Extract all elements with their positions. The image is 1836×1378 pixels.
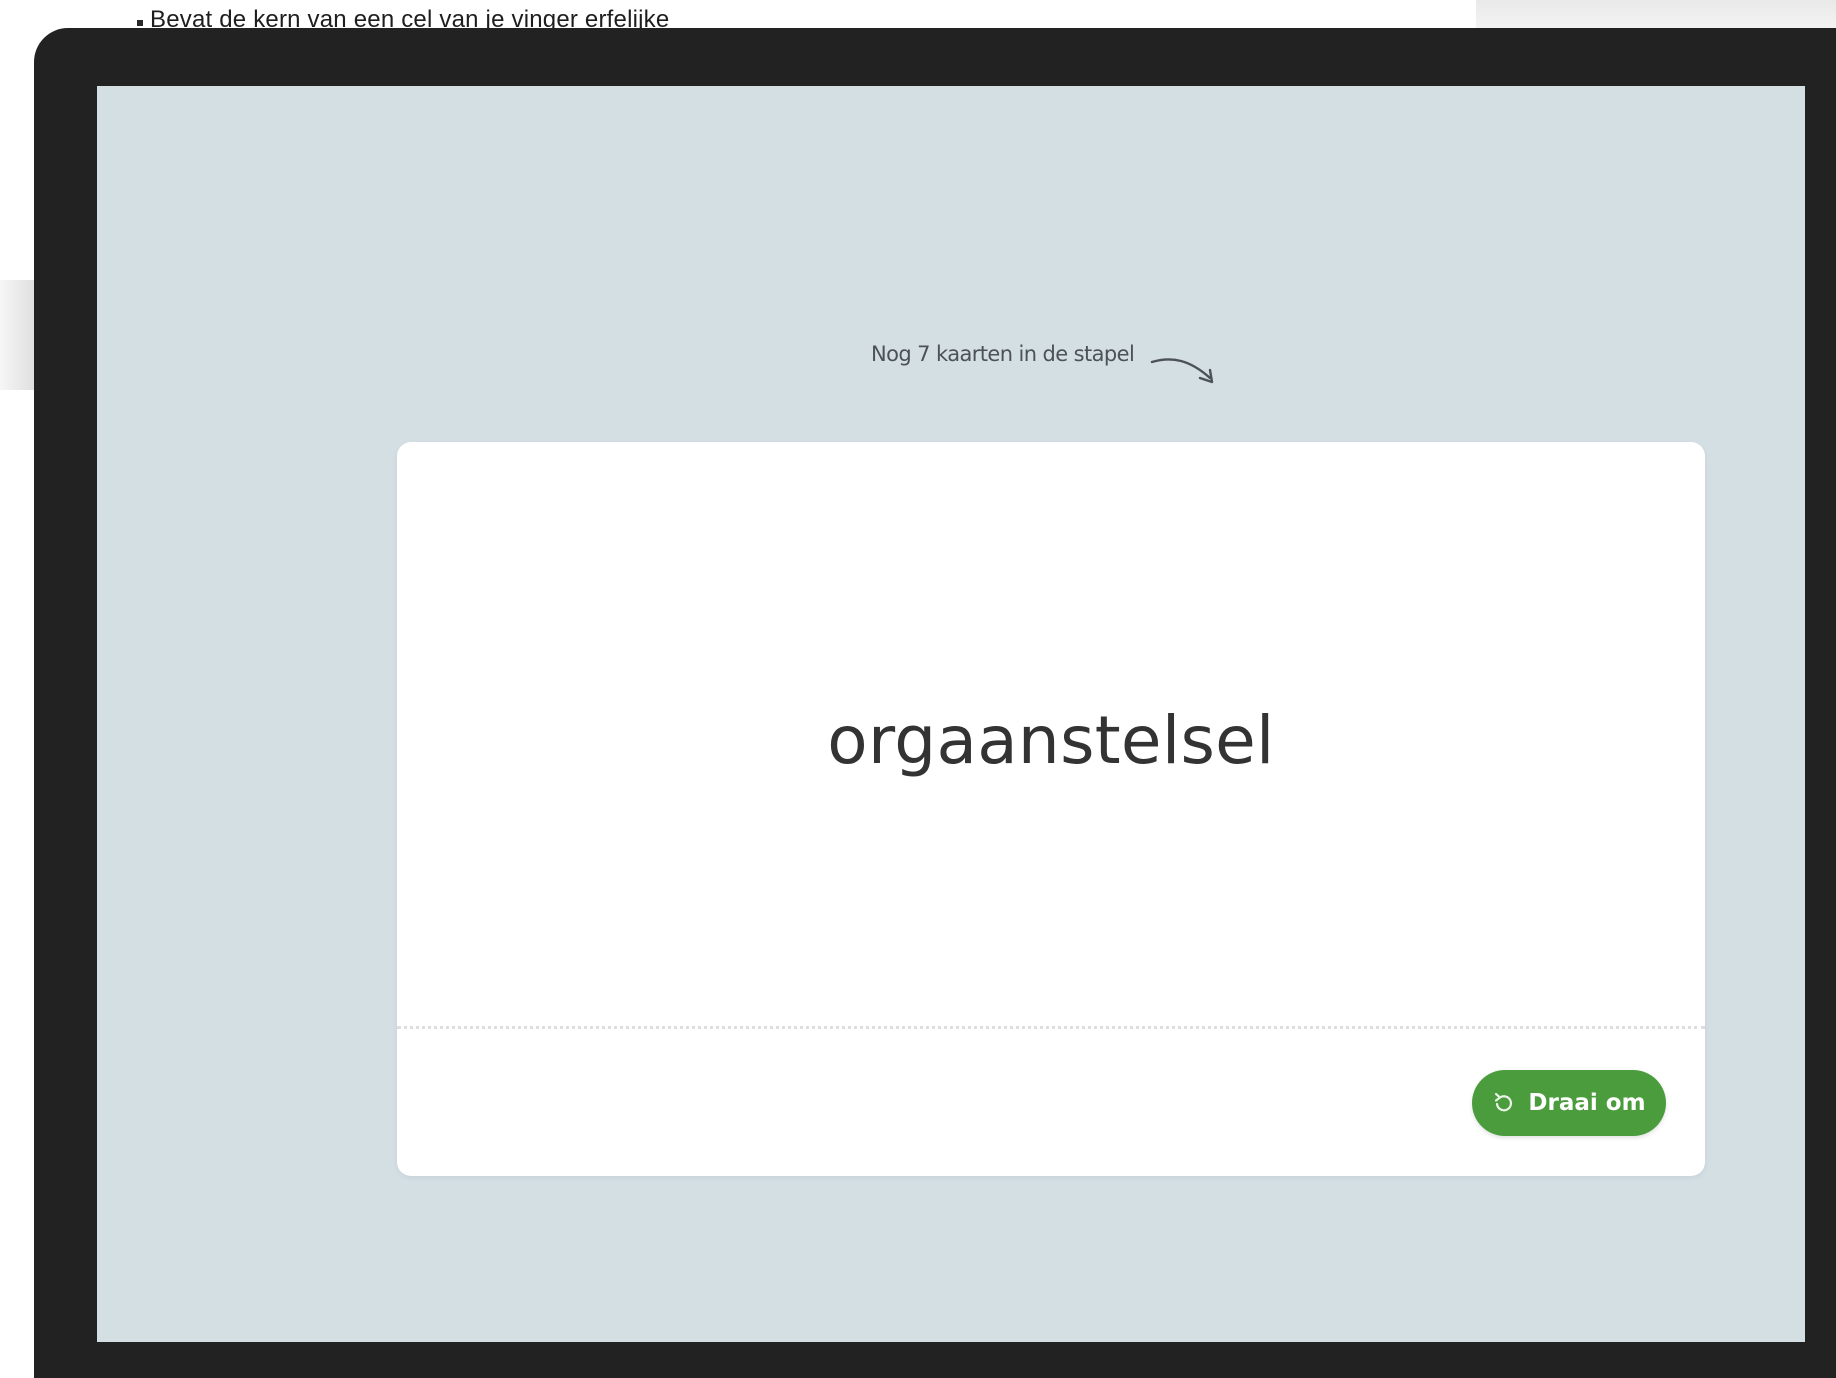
stack-hint: Nog 7 kaarten in de stapel: [871, 342, 1228, 398]
flip-icon: [1495, 1092, 1513, 1112]
card-divider: [397, 1026, 1705, 1029]
flashcard[interactable]: orgaanstelsel Draai om: [397, 442, 1705, 1176]
flip-button-label: Draai om: [1528, 1090, 1646, 1116]
curved-arrow-icon: [1150, 358, 1214, 384]
page-edge-shadow: [1476, 0, 1836, 30]
list-bullet: [137, 20, 143, 26]
flashcard-screen: Nog 7 kaarten in de stapel orgaanstelsel…: [97, 86, 1805, 1342]
stack-hint-text: Nog 7 kaarten in de stapel: [871, 342, 1135, 366]
page-edge-shadow-left: [0, 280, 36, 390]
card-term: orgaanstelsel: [827, 702, 1275, 779]
flip-card-button[interactable]: Draai om: [1472, 1070, 1666, 1136]
